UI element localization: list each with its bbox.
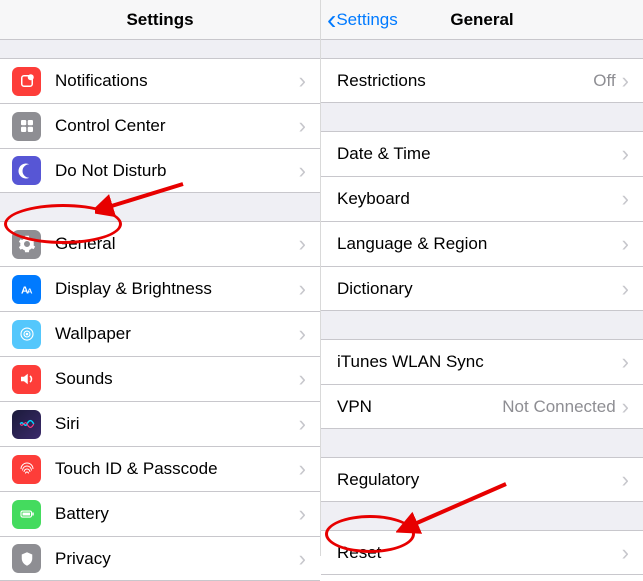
chevron-right-icon: › (299, 458, 306, 480)
row-notifications[interactable]: Notifications › (0, 58, 320, 103)
row-label: iTunes WLAN Sync (337, 352, 622, 372)
general-icon (12, 230, 41, 259)
control-center-icon (12, 112, 41, 141)
chevron-right-icon: › (299, 323, 306, 345)
row-language-region[interactable]: Language & Region › (321, 221, 643, 266)
chevron-right-icon: › (299, 70, 306, 92)
svg-text:A: A (27, 287, 33, 296)
row-label: Language & Region (337, 234, 622, 254)
row-label: General (55, 234, 299, 254)
touch-id-icon (12, 455, 41, 484)
row-touch-id[interactable]: Touch ID & Passcode › (0, 446, 320, 491)
row-label: Restrictions (337, 71, 593, 91)
settings-group-1: Notifications › Control Center › Do Not … (0, 58, 320, 193)
row-label: Sounds (55, 369, 299, 389)
do-not-disturb-icon (12, 156, 41, 185)
row-label: VPN (337, 397, 502, 417)
row-battery[interactable]: Battery › (0, 491, 320, 536)
display-icon: AA (12, 275, 41, 304)
chevron-right-icon: › (622, 188, 629, 210)
chevron-right-icon: › (622, 469, 629, 491)
row-general[interactable]: General › (0, 221, 320, 266)
row-datetime[interactable]: Date & Time › (321, 131, 643, 176)
chevron-right-icon: › (299, 233, 306, 255)
chevron-right-icon: › (622, 542, 629, 564)
row-keyboard[interactable]: Keyboard › (321, 176, 643, 221)
nav-bar-right: ‹ Settings General (321, 0, 643, 40)
chevron-right-icon: › (299, 503, 306, 525)
row-privacy[interactable]: Privacy › (0, 536, 320, 581)
row-label: Dictionary (337, 279, 622, 299)
settings-group-2: General › AA Display & Brightness › Wall… (0, 221, 320, 581)
chevron-right-icon: › (622, 143, 629, 165)
row-label: Reset (337, 543, 622, 563)
row-label: Privacy (55, 549, 299, 569)
battery-icon (12, 500, 41, 529)
chevron-right-icon: › (299, 413, 306, 435)
row-label: Touch ID & Passcode (55, 459, 299, 479)
row-label: Do Not Disturb (55, 161, 299, 181)
nav-title-settings: Settings (126, 10, 193, 30)
row-label: Notifications (55, 71, 299, 91)
row-dictionary[interactable]: Dictionary › (321, 266, 643, 311)
privacy-icon (12, 544, 41, 573)
back-button[interactable]: ‹ Settings (327, 0, 398, 40)
row-reset[interactable]: Reset › (321, 530, 643, 575)
chevron-right-icon: › (299, 548, 306, 570)
chevron-right-icon: › (622, 278, 629, 300)
row-sounds[interactable]: Sounds › (0, 356, 320, 401)
chevron-right-icon: › (622, 233, 629, 255)
row-control-center[interactable]: Control Center › (0, 103, 320, 148)
row-label: Siri (55, 414, 299, 434)
row-restrictions[interactable]: Restrictions Off › (321, 58, 643, 103)
chevron-right-icon: › (622, 70, 629, 92)
chevron-right-icon: › (299, 278, 306, 300)
chevron-right-icon: › (622, 351, 629, 373)
nav-title-general: General (450, 10, 513, 30)
back-label: Settings (336, 10, 397, 30)
row-itunes-wlan-sync[interactable]: iTunes WLAN Sync › (321, 339, 643, 384)
chevron-right-icon: › (299, 368, 306, 390)
row-vpn[interactable]: VPN Not Connected › (321, 384, 643, 429)
chevron-left-icon: ‹ (327, 6, 336, 34)
row-label: Battery (55, 504, 299, 524)
sounds-icon (12, 365, 41, 394)
row-siri[interactable]: Siri › (0, 401, 320, 446)
row-do-not-disturb[interactable]: Do Not Disturb › (0, 148, 320, 193)
row-label: Date & Time (337, 144, 622, 164)
chevron-right-icon: › (299, 160, 306, 182)
row-display-brightness[interactable]: AA Display & Brightness › (0, 266, 320, 311)
general-panel: ‹ Settings General Restrictions Off › Da… (321, 0, 643, 556)
row-value: Not Connected (502, 397, 615, 417)
row-label: Control Center (55, 116, 299, 136)
settings-panel: Settings Notifications › Control Center … (0, 0, 321, 556)
notifications-icon (12, 67, 41, 96)
row-wallpaper[interactable]: Wallpaper › (0, 311, 320, 356)
row-value: Off (593, 71, 615, 91)
row-regulatory[interactable]: Regulatory › (321, 457, 643, 502)
row-label: Keyboard (337, 189, 622, 209)
row-label: Display & Brightness (55, 279, 299, 299)
chevron-right-icon: › (622, 396, 629, 418)
nav-bar-left: Settings (0, 0, 320, 40)
row-label: Regulatory (337, 470, 622, 490)
chevron-right-icon: › (299, 115, 306, 137)
wallpaper-icon (12, 320, 41, 349)
siri-icon (12, 410, 41, 439)
row-label: Wallpaper (55, 324, 299, 344)
